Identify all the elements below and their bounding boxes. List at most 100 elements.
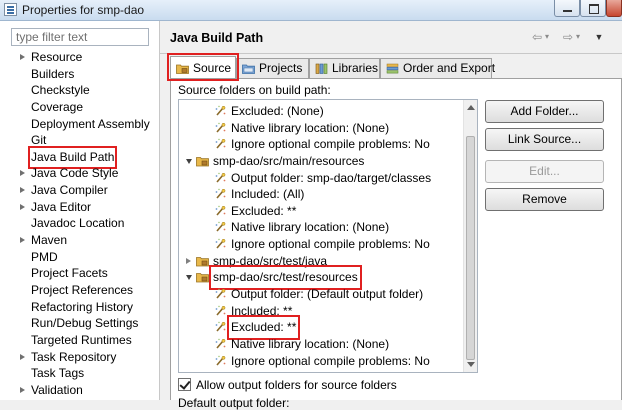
tab-order-and-export[interactable]: Order and Export — [380, 58, 496, 78]
nav-item-label: Task Repository — [31, 349, 117, 364]
tree-vertical-scrollbar[interactable] — [463, 100, 477, 372]
back-history-dropdown-icon[interactable]: ▾ — [542, 29, 552, 45]
minimize-button[interactable] — [554, 0, 580, 17]
nav-item-label: Checkstyle — [31, 83, 90, 98]
maximize-button[interactable] — [580, 0, 606, 17]
tab-order-and-export-label: Order and Export — [403, 61, 496, 75]
view-menu-icon[interactable]: ▼ — [592, 29, 606, 45]
source-folder-row[interactable]: smp-dao/src/test/java — [179, 253, 463, 270]
tree-node-label: Output folder: (Default output folder) — [231, 287, 424, 302]
expand-arrow-icon[interactable] — [20, 54, 25, 60]
nav-item-label: Project Facets — [31, 266, 108, 281]
collapse-triangle-icon[interactable] — [186, 275, 192, 281]
nav-item-java-compiler[interactable]: Java Compiler — [0, 182, 159, 199]
nav-item-maven[interactable]: Maven — [0, 232, 159, 249]
tab-libraries[interactable]: Libraries — [309, 58, 380, 78]
nav-item-checkstyle[interactable]: Checkstyle — [0, 82, 159, 99]
tree-attribute-row[interactable]: Ignore optional compile problems: No — [179, 236, 463, 253]
attribute-icon — [215, 338, 226, 349]
nav-item-task-repository[interactable]: Task Repository — [0, 349, 159, 366]
nav-item-resource[interactable]: Resource — [0, 49, 159, 66]
attribute-icon — [215, 222, 226, 233]
tree-attribute-row[interactable]: Ignore optional compile problems: No — [179, 353, 463, 370]
nav-item-label: Java Build Path — [27, 145, 118, 169]
expand-arrow-icon[interactable] — [20, 237, 25, 244]
tree-node-label: smp-dao/src/main/resources — [213, 153, 365, 168]
tree-node-label: Excluded: ** — [231, 203, 297, 218]
expand-arrow-icon[interactable] — [20, 170, 25, 177]
expand-triangle-icon[interactable] — [186, 257, 191, 264]
scroll-thumb[interactable] — [466, 136, 475, 360]
tree-attribute-row[interactable]: Native library location: (None) — [179, 120, 463, 137]
tree-attribute-row[interactable]: Output folder: (Default output folder) — [179, 286, 463, 303]
filter-input[interactable] — [11, 28, 149, 46]
header-divider — [160, 53, 622, 54]
forward-history-dropdown-icon[interactable]: ▾ — [573, 29, 583, 45]
close-window-button[interactable] — [606, 0, 622, 17]
expand-arrow-icon[interactable] — [20, 386, 25, 393]
link-source-button[interactable]: Link Source... — [485, 128, 604, 151]
nav-item-label: Java Code Style — [31, 166, 119, 181]
nav-item-coverage[interactable]: Coverage — [0, 99, 159, 116]
expand-arrow-icon[interactable] — [20, 203, 25, 210]
tree-attribute-row[interactable]: Excluded: ** — [179, 315, 463, 340]
tree-attribute-row[interactable]: Excluded: (None) — [179, 103, 463, 120]
nav-item-git[interactable]: Git — [0, 132, 159, 149]
nav-item-java-build-path[interactable]: Java Build Path — [0, 145, 159, 169]
add-folder-button[interactable]: Add Folder... — [485, 100, 604, 123]
expand-arrow-icon[interactable] — [20, 187, 25, 194]
nav-item-deployment-assembly[interactable]: Deployment Assembly — [0, 116, 159, 133]
tab-source[interactable]: Source — [167, 53, 239, 81]
nav-item-label: Task Tags — [31, 366, 85, 381]
allow-output-folders-label: Allow output folders for source folders — [196, 378, 397, 392]
nav-item-task-tags[interactable]: Task Tags — [0, 365, 159, 382]
remove-button[interactable]: Remove — [485, 188, 604, 211]
tree-attribute-row[interactable]: Excluded: ** — [179, 203, 463, 220]
nav-item-label: Targeted Runtimes — [31, 332, 132, 347]
tree-node-label: Included: (All) — [231, 187, 305, 202]
nav-item-java-code-style[interactable]: Java Code Style — [0, 165, 159, 182]
allow-output-folders-checkbox[interactable] — [178, 378, 191, 391]
tab-source-label: Source — [193, 61, 232, 75]
nav-item-javadoc-location[interactable]: Javadoc Location — [0, 215, 159, 232]
nav-item-targeted-runtimes[interactable]: Targeted Runtimes — [0, 332, 159, 349]
source-folder-row[interactable]: smp-dao/src/main/resources — [179, 153, 463, 170]
nav-item-project-facets[interactable]: Project Facets — [0, 265, 159, 282]
nav-item-validation[interactable]: Validation — [0, 382, 159, 399]
nav-item-label: Javadoc Location — [31, 216, 125, 231]
source-folders-heading: Source folders on build path: — [178, 83, 331, 97]
source-folder-icon — [176, 64, 189, 74]
title-bar: Properties for smp-dao — [0, 0, 622, 21]
tree-attribute-row[interactable]: Native library location: (None) — [179, 336, 463, 353]
tree-attribute-row[interactable]: Included: (All) — [179, 186, 463, 203]
tree-attribute-row[interactable]: Native library location: (None) — [179, 219, 463, 236]
collapse-triangle-icon[interactable] — [186, 158, 192, 164]
tab-libraries-label: Libraries — [332, 61, 379, 75]
tree-attribute-row[interactable]: Ignore optional compile problems: No — [179, 136, 463, 153]
nav-item-label: Coverage — [31, 99, 84, 114]
tab-projects[interactable]: Projects — [236, 58, 309, 78]
nav-item-refactoring-history[interactable]: Refactoring History — [0, 299, 159, 316]
nav-item-run-debug-settings[interactable]: Run/Debug Settings — [0, 315, 159, 332]
nav-item-label: Run/Debug Settings — [31, 316, 139, 331]
attribute-icon — [215, 288, 226, 299]
tree-attribute-row[interactable]: Output folder: smp-dao/target/classes — [179, 170, 463, 187]
source-folder-icon — [196, 273, 209, 283]
attribute-icon — [215, 205, 226, 216]
source-folder-row[interactable]: smp-dao/src/test/resources — [179, 265, 463, 290]
scroll-up-arrow-icon[interactable] — [467, 105, 475, 110]
nav-item-project-references[interactable]: Project References — [0, 282, 159, 299]
page-pane: Java Build Path ⇦ ▾ ⇨ ▾ ▼ Source Project… — [160, 21, 622, 410]
nav-item-label: Java Compiler — [31, 183, 108, 198]
attribute-icon — [215, 139, 226, 149]
window-title: Properties for smp-dao — [22, 3, 145, 17]
scroll-down-arrow-icon[interactable] — [467, 362, 475, 367]
nav-item-java-editor[interactable]: Java Editor — [0, 199, 159, 216]
nav-item-pmd[interactable]: PMD — [0, 249, 159, 266]
order-export-icon — [386, 63, 399, 74]
expand-arrow-icon[interactable] — [20, 353, 25, 360]
tree-attribute-row[interactable]: Included: ** — [179, 303, 463, 320]
edit-button[interactable]: Edit... — [485, 160, 604, 183]
source-folders-tree[interactable]: Excluded: (None) Native library location:… — [178, 99, 478, 373]
nav-item-builders[interactable]: Builders — [0, 66, 159, 83]
